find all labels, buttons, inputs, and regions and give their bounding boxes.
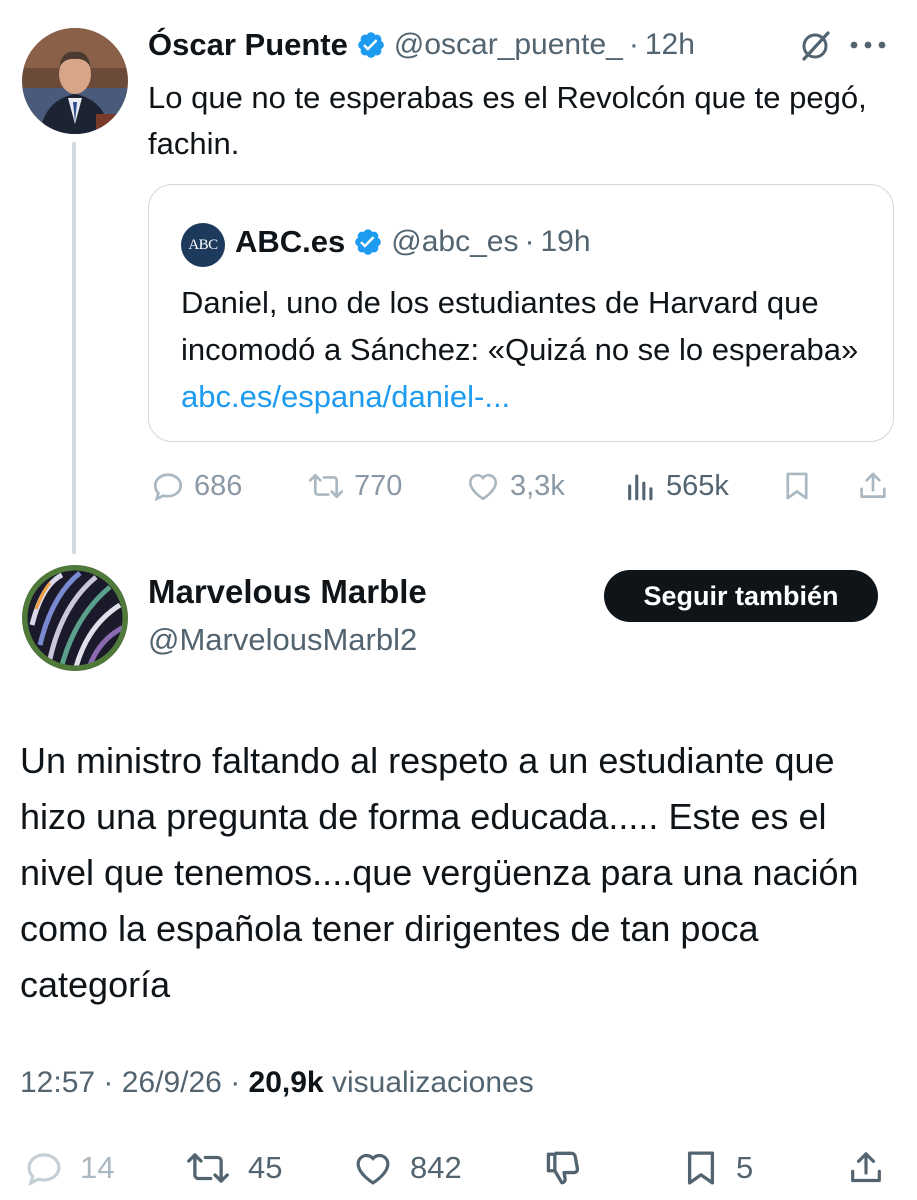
quoted-tweet-text: Daniel, uno de los estudiantes de Harvar… <box>181 279 881 420</box>
views-total: 20,9k <box>248 1066 324 1099</box>
share-icon <box>851 1152 881 1183</box>
quoted-author-handle[interactable]: @abc_es <box>391 225 518 259</box>
verified-badge-icon <box>353 227 383 257</box>
repost-action[interactable]: 770 <box>306 466 402 506</box>
separator-dot: · <box>230 1066 241 1099</box>
reply-icon <box>153 473 183 502</box>
bookmark-action[interactable] <box>780 466 814 506</box>
repost-count: 45 <box>248 1150 283 1185</box>
share-action[interactable] <box>846 1146 886 1190</box>
repost-action[interactable]: 45 <box>182 1146 282 1190</box>
quoted-tweet-time: 19h <box>540 225 591 258</box>
verified-badge-icon <box>356 30 386 60</box>
quoted-tweet-header: ABC.es @abc_es · 19h <box>235 219 591 265</box>
more-icon[interactable] <box>846 38 890 52</box>
like-action[interactable]: 3,3k <box>464 466 565 506</box>
author-name[interactable]: Óscar Puente <box>148 27 348 63</box>
avatar-marvelous-marble[interactable] <box>22 565 128 671</box>
repost-icon <box>308 473 344 499</box>
like-count: 842 <box>410 1150 462 1185</box>
like-icon <box>356 1153 390 1185</box>
grok-icon[interactable] <box>798 29 832 63</box>
views-action[interactable]: 565k <box>624 466 729 506</box>
like-icon <box>468 473 498 501</box>
reply-author-name[interactable]: Marvelous Marble <box>148 573 427 611</box>
reply-tweet-text: Un ministro faltando al respeto a un est… <box>20 740 859 1005</box>
tweet-metadata: 12:57 · 26/9/26 · 20,9k visualizaciones <box>20 1066 534 1100</box>
separator-dot: · <box>103 1066 114 1099</box>
parent-tweet-header: Óscar Puente @oscar_puente_ · 12h <box>148 22 695 68</box>
quoted-tweet-body: Daniel, uno de los estudiantes de Harvar… <box>181 285 859 367</box>
reply-icon <box>27 1153 61 1186</box>
abc-logo: ABC <box>181 223 225 267</box>
dislike-action[interactable] <box>540 1146 588 1190</box>
follow-button[interactable]: Seguir también <box>604 570 878 622</box>
parent-tweet-text: Lo que no te esperabas es el Revolcón qu… <box>148 80 867 161</box>
share-action[interactable] <box>856 466 890 506</box>
views-count: 565k <box>666 469 729 502</box>
reply-count: 14 <box>80 1150 115 1185</box>
bookmark-action[interactable]: 5 <box>680 1146 753 1190</box>
reply-action[interactable]: 686 <box>150 466 242 506</box>
quoted-tweet-card[interactable]: ABC ABC.es @abc_es · 19h Daniel, uno de … <box>148 184 894 442</box>
like-action[interactable]: 842 <box>350 1146 462 1190</box>
views-icon <box>628 474 653 501</box>
article-link[interactable]: abc.es/espana/daniel-... <box>181 379 510 414</box>
reply-author-handle[interactable]: @MarvelousMarbl2 <box>148 622 417 658</box>
thread-line <box>72 142 76 554</box>
tweet-timestamp[interactable]: 12:57 <box>20 1066 95 1099</box>
like-count: 3,3k <box>510 469 565 502</box>
quoted-author-name[interactable]: ABC.es <box>235 224 345 260</box>
reply-action[interactable]: 14 <box>22 1146 114 1190</box>
dislike-icon <box>546 1151 580 1185</box>
bookmark-icon <box>687 1151 715 1185</box>
share-icon <box>860 472 886 498</box>
bookmark-count: 5 <box>736 1150 754 1185</box>
reply-count: 686 <box>194 469 243 502</box>
separator-dot: · <box>628 28 639 61</box>
repost-icon <box>187 1153 229 1183</box>
repost-count: 770 <box>354 469 403 502</box>
bookmark-icon <box>786 472 808 500</box>
tweet-date[interactable]: 26/9/26 <box>122 1066 222 1099</box>
avatar-oscar-puente[interactable] <box>22 28 128 134</box>
tweet-time[interactable]: 12h <box>645 28 695 62</box>
author-handle[interactable]: @oscar_puente_ <box>394 28 623 62</box>
separator-dot: · <box>524 225 535 258</box>
views-label: visualizaciones <box>331 1066 534 1099</box>
